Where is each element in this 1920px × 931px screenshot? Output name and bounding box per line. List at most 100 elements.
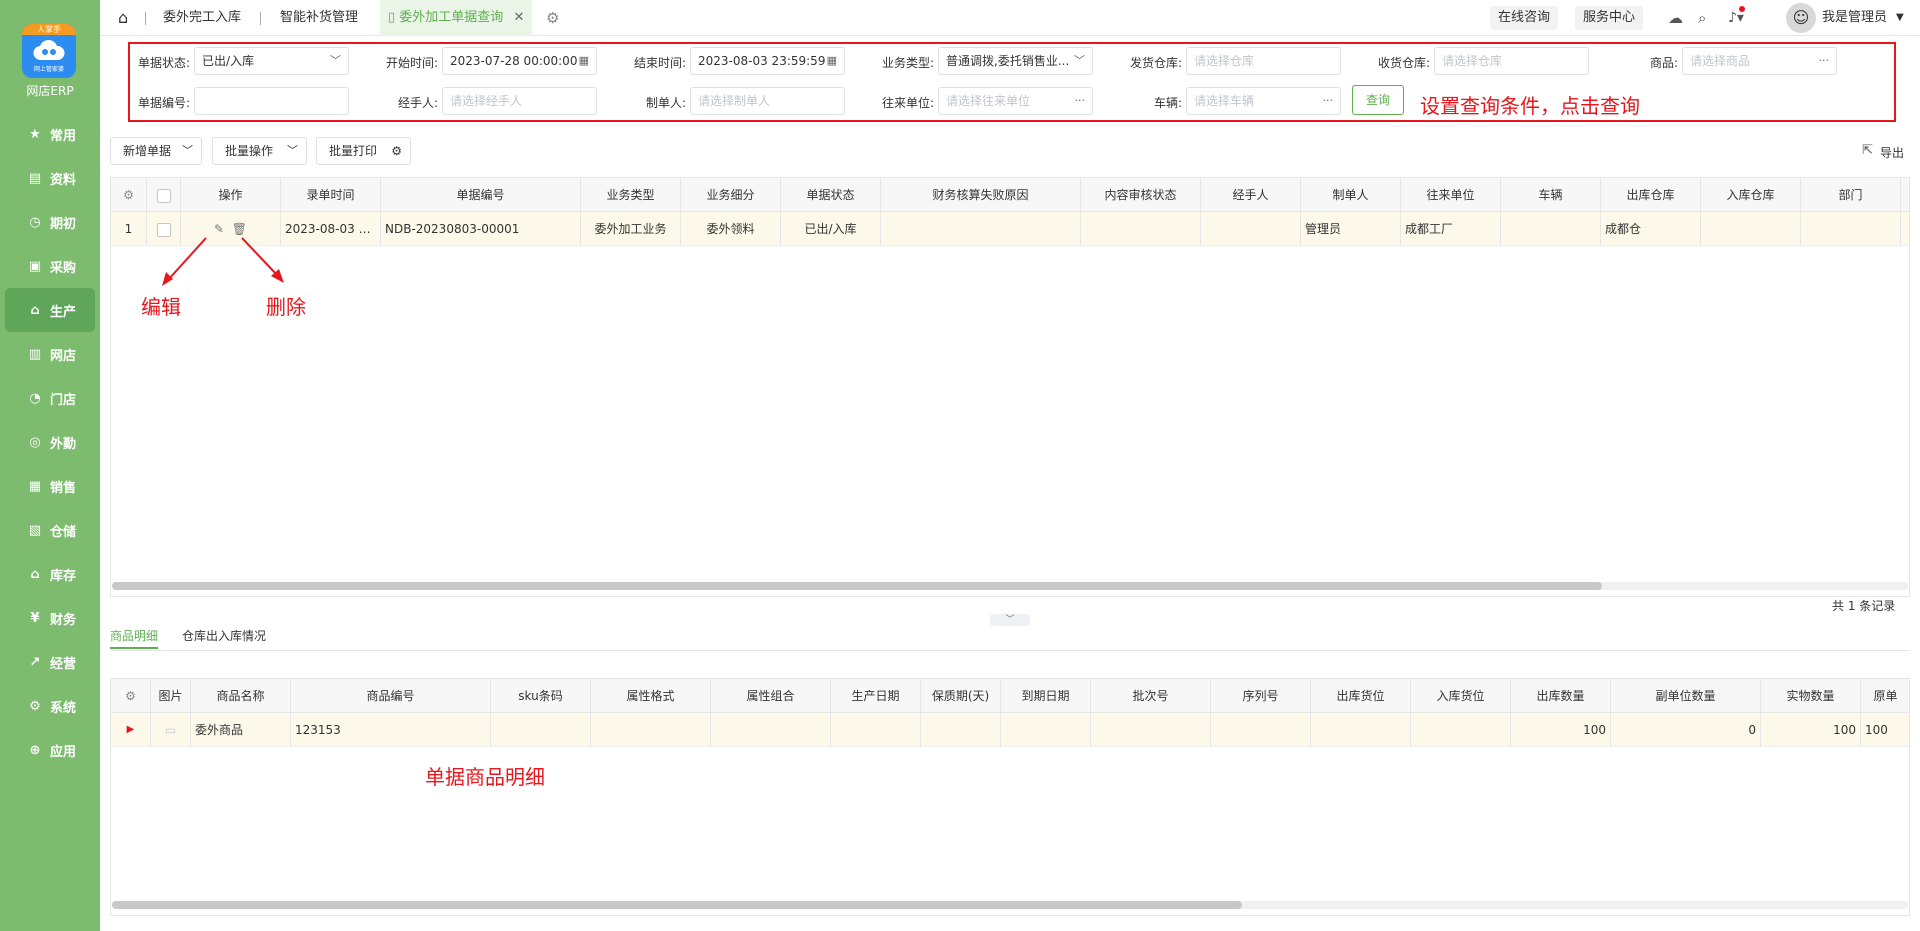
column-header[interactable]: 出库数量 (1511, 679, 1611, 713)
tab-outsource-query[interactable]: ▯ 委外加工单据查询 ✕ (380, 0, 533, 36)
online-consult-button[interactable]: 在线咨询 (1490, 6, 1559, 30)
scrollbar-thumb[interactable] (112, 582, 1602, 590)
sidebar-item-store[interactable]: ◔ 门店 (0, 376, 100, 420)
vehicle-input[interactable]: 请选择车辆 ··· (1186, 87, 1341, 115)
send-warehouse-input[interactable]: 请选择仓库 (1186, 47, 1341, 75)
table-row[interactable]: 1 ✎ 🗑 2023-08-03 1... NDB-20230803-00001… (111, 212, 1909, 246)
maker-input[interactable]: 请选择制单人 (690, 87, 845, 115)
query-button[interactable]: 查询 (1352, 85, 1404, 115)
export-button[interactable]: 导出 (1880, 144, 1904, 161)
column-header[interactable]: 内容审核状态 (1081, 178, 1201, 212)
horizontal-scrollbar[interactable] (112, 582, 1908, 590)
tab-goods-detail[interactable]: 商品明细 (110, 627, 159, 649)
column-header[interactable]: 经手人 (1201, 178, 1301, 212)
column-header[interactable]: 序列号 (1211, 679, 1311, 713)
column-header[interactable]: 往来单位 (1401, 178, 1501, 212)
sidebar-item-production[interactable]: ⌂ 生产 (5, 288, 95, 332)
column-header[interactable]: 录单时间 (281, 178, 381, 212)
column-header[interactable]: 属性格式 (591, 679, 711, 713)
close-icon[interactable]: ✕ (513, 10, 524, 25)
more-icon[interactable]: ··· (1819, 48, 1830, 74)
edit-annotation: 编辑 (141, 295, 181, 319)
column-header[interactable]: 出库货位 (1311, 679, 1411, 713)
new-doc-button[interactable]: 新增单据 ﹀ (110, 137, 202, 165)
column-header[interactable]: 入库仓库 (1701, 178, 1801, 212)
sidebar-item-apps[interactable]: ⊕ 应用 (0, 728, 100, 772)
sidebar-item-operation[interactable]: ↗ 经营 (0, 640, 100, 684)
column-header[interactable]: 商品名称 (191, 679, 291, 713)
collapse-handle[interactable]: ﹀ (990, 614, 1030, 626)
tab-outsource-completion[interactable]: 委外完工入库 (163, 0, 241, 36)
column-header[interactable]: 实物数量 (1761, 679, 1861, 713)
start-time-input[interactable]: 2023-07-28 00:00:00 ▦ (442, 47, 597, 75)
column-header[interactable]: 操作 (181, 178, 281, 212)
sidebar-item-common[interactable]: ★ 常用 (0, 112, 100, 156)
cell-expire (1001, 713, 1091, 747)
doc-no-input[interactable] (194, 87, 349, 115)
scrollbar-thumb[interactable] (112, 901, 1242, 909)
column-header[interactable]: 单据状态 (781, 178, 881, 212)
sidebar-item-inventory[interactable]: ⌂ 库存 (0, 552, 100, 596)
select-all-checkbox[interactable] (147, 178, 181, 212)
user-name[interactable]: 我是管理员 (1822, 0, 1887, 36)
column-header[interactable]: 商品编号 (291, 679, 491, 713)
column-header[interactable]: 图片 (151, 679, 191, 713)
detail-horizontal-scrollbar[interactable] (112, 901, 1908, 909)
column-header[interactable]: 生产日期 (831, 679, 921, 713)
cell-attr-format (591, 713, 711, 747)
column-settings-icon[interactable]: ⚙ (111, 679, 151, 713)
biz-type-select[interactable]: 普通调拨,委托销售业... ﹀ (938, 47, 1093, 75)
export-icon[interactable]: ⇱ (1862, 143, 1873, 158)
sidebar-item-warehouse[interactable]: ▧ 仓储 (0, 508, 100, 552)
column-header[interactable]: 批次号 (1091, 679, 1211, 713)
column-header[interactable]: 部门 (1801, 178, 1901, 212)
column-header[interactable]: 出库仓库 (1601, 178, 1701, 212)
column-header[interactable]: 业务类型 (581, 178, 681, 212)
sidebar-item-label: 经营 (50, 656, 77, 672)
partner-input[interactable]: 请选择往来单位 ··· (938, 87, 1093, 115)
sidebar-item-field[interactable]: ◎ 外勤 (0, 420, 100, 464)
sidebar-item-finance[interactable]: ¥ 财务 (0, 596, 100, 640)
column-header[interactable]: 副单位数量 (1611, 679, 1761, 713)
cloud-download-icon[interactable]: ☁ (1668, 0, 1683, 36)
sidebar-item-sales[interactable]: ▦ 销售 (0, 464, 100, 508)
search-icon[interactable]: ⌕ (1698, 0, 1706, 36)
chevron-down-icon[interactable]: ▼ (1896, 0, 1904, 36)
batch-print-button[interactable]: 批量打印 ⚙ (316, 137, 411, 165)
detail-row[interactable]: ▶ ▭ 委外商品 123153 100 0 100 100 (111, 713, 1909, 747)
column-header[interactable]: 财务核算失败原因 (881, 178, 1081, 212)
home-icon[interactable]: ⌂ (118, 0, 128, 36)
sidebar-item-opening[interactable]: ◷ 期初 (0, 200, 100, 244)
batch-op-button[interactable]: 批量操作 ﹀ (212, 137, 307, 165)
app-logo[interactable]: 人掌手 网上管家婆 (22, 24, 76, 78)
column-header[interactable]: 制单人 (1301, 178, 1401, 212)
column-header[interactable]: 属性组合 (711, 679, 831, 713)
tab-smart-replenish[interactable]: 智能补货管理 (280, 0, 358, 36)
column-settings-icon[interactable]: ⚙ (111, 178, 147, 212)
column-header[interactable]: 单据编号 (381, 178, 581, 212)
avatar[interactable]: ☺ (1786, 3, 1816, 33)
goods-input[interactable]: 请选择商品 ··· (1682, 47, 1837, 75)
tab-warehouse-io[interactable]: 仓库出入库情况 (182, 627, 266, 649)
more-icon[interactable]: ··· (1323, 88, 1334, 114)
more-icon[interactable]: ··· (1075, 88, 1086, 114)
column-header[interactable]: 入库货位 (1411, 679, 1511, 713)
handler-input[interactable]: 请选择经手人 (442, 87, 597, 115)
column-header[interactable]: 业务细分 (681, 178, 781, 212)
sidebar-item-system[interactable]: ⚙ 系统 (0, 684, 100, 728)
recv-warehouse-input[interactable]: 请选择仓库 (1434, 47, 1589, 75)
column-header[interactable]: sku条码 (491, 679, 591, 713)
tab-settings-icon[interactable]: ⚙ (546, 0, 559, 36)
service-center-button[interactable]: 服务中心 (1575, 6, 1644, 30)
sidebar-item-online-store[interactable]: ▥ 网店 (0, 332, 100, 376)
column-header[interactable]: 车辆 (1501, 178, 1601, 212)
sidebar-item-data[interactable]: ▤ 资料 (0, 156, 100, 200)
end-time-input[interactable]: 2023-08-03 23:59:59 ▦ (690, 47, 845, 75)
column-header[interactable]: 保质期(天) (921, 679, 1001, 713)
status-select[interactable]: 已出/入库 ﹀ (194, 47, 349, 75)
checkbox[interactable] (156, 188, 171, 203)
sidebar-item-purchase[interactable]: ▣ 采购 (0, 244, 100, 288)
column-header[interactable]: 到期日期 (1001, 679, 1091, 713)
column-header[interactable]: 原单 (1861, 679, 1909, 713)
cell-doc-no[interactable]: NDB-20230803-00001 (381, 212, 581, 246)
